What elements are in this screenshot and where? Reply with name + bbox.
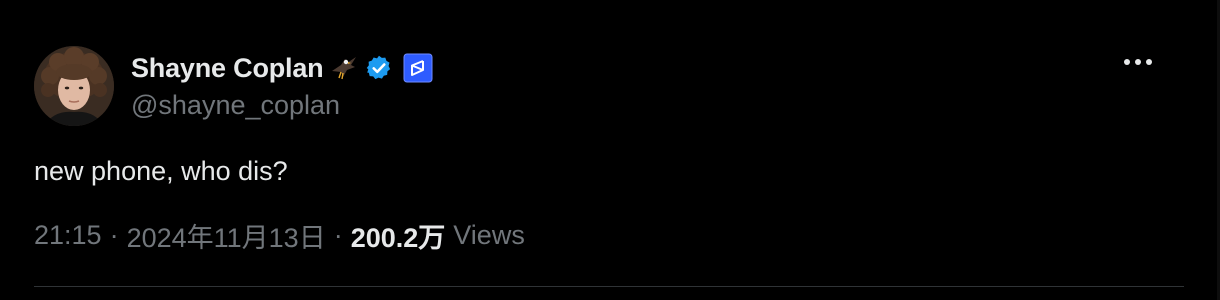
tweet-text: new phone, who dis? <box>34 156 288 186</box>
author-handle[interactable]: @shayne_coplan <box>131 90 340 121</box>
more-options-icon[interactable] <box>1118 50 1158 74</box>
author-header: Shayne Coplan <box>131 48 433 88</box>
tweet-meta: 21:15 · 2024年11月13日 · 200.2万 Views <box>34 216 525 255</box>
views-label[interactable]: Views <box>453 220 525 251</box>
tweet-date[interactable]: 2024年11月13日 <box>127 216 326 255</box>
meta-separator: · <box>333 220 343 250</box>
meta-separator: · <box>109 220 119 250</box>
verified-badge-icon[interactable] <box>365 54 393 82</box>
views-count[interactable]: 200.2万 <box>351 216 446 255</box>
avatar[interactable] <box>34 46 114 126</box>
divider <box>34 286 1184 287</box>
polymarket-affiliate-icon[interactable] <box>403 53 433 83</box>
avatar-image <box>34 46 114 126</box>
tweet-card: Shayne Coplan @shayne_coplan new phone, … <box>0 0 1220 300</box>
author-display-name[interactable]: Shayne Coplan <box>131 53 324 84</box>
eagle-emoji-icon <box>329 53 359 83</box>
tweet-time[interactable]: 21:15 <box>34 220 102 251</box>
